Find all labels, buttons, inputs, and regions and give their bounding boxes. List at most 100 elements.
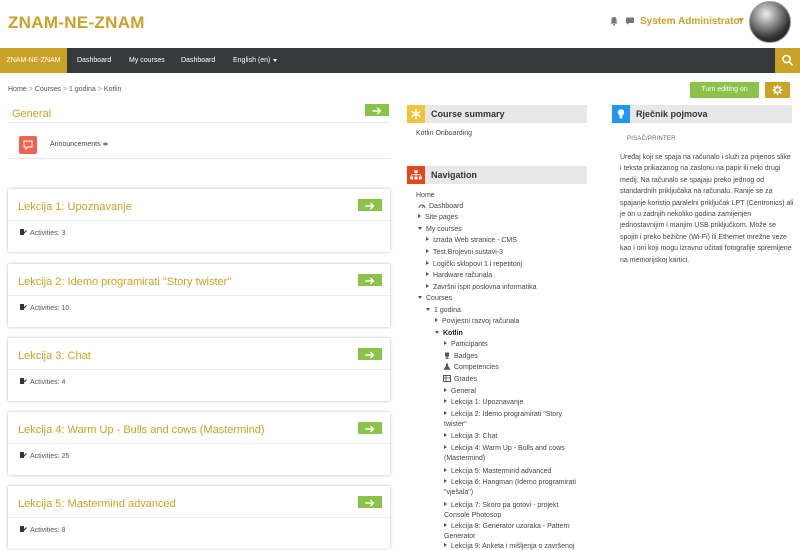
caret-right-icon [426, 237, 429, 241]
breadcrumb-courses[interactable]: Courses [35, 86, 61, 93]
nav-label: Lekcija 7: Skoro pa gotovi - projekt Con… [444, 502, 559, 519]
message-icon[interactable] [625, 16, 635, 26]
go-to-section-button[interactable] [358, 422, 382, 434]
search-button[interactable] [775, 48, 800, 73]
page-header: ZNAM-NE-ZNAM System Administrator [0, 0, 800, 48]
caret-right-icon [426, 249, 429, 253]
section-title[interactable]: Lekcija 2: Idemo programirati "Story twi… [18, 276, 231, 288]
go-to-section-button[interactable] [358, 199, 382, 211]
divider [8, 158, 390, 159]
bell-icon[interactable] [609, 16, 619, 26]
turn-editing-on-button[interactable]: Turn editing on [690, 82, 759, 98]
caret-right-icon [444, 543, 447, 547]
caret-down-icon [435, 331, 439, 334]
sitemap-icon [407, 166, 425, 184]
block-title: Rječnik pojmova [636, 109, 708, 119]
nav-item-category[interactable]: 1 godina [426, 306, 461, 316]
nav-my-courses[interactable]: My courses [129, 48, 165, 73]
nav-item-course[interactable]: Logički sklopovi 1 i repetitorij [426, 260, 522, 270]
nav-item-competencies[interactable]: Competencies [443, 363, 499, 373]
nav-item-course[interactable]: Izrada Web stranice - CMS [426, 236, 517, 246]
section-title[interactable]: Lekcija 5: Mastermind advanced [18, 498, 176, 510]
nav-item-my-courses[interactable]: My courses [418, 225, 462, 235]
block-header: Course summary [407, 105, 587, 123]
nav-item-course[interactable]: Završni ispit poslovna informatika [426, 283, 537, 293]
activity-count-text: Activities: 4 [30, 379, 66, 386]
nav-item-current-course[interactable]: Kotlin [435, 329, 463, 339]
nav-label: 1 godina [434, 307, 461, 314]
nav-label: Lekcija 6: Hangman (Idemo programirati "… [444, 479, 576, 496]
section-title[interactable]: Lekcija 4: Warm Up - Bulls and cows (Mas… [18, 424, 265, 436]
breadcrumb-course[interactable]: Kotlin [104, 86, 122, 93]
go-to-section-button[interactable] [358, 348, 382, 360]
site-name[interactable]: ZNAM-NE-ZNAM [8, 13, 145, 33]
user-menu[interactable]: System Administrator [640, 16, 744, 27]
activity-count: Activities: 10 [19, 303, 69, 312]
settings-button[interactable] [765, 82, 790, 98]
nav-item-home[interactable]: Home [416, 191, 435, 201]
flask-icon [443, 363, 451, 370]
nav-item-site-pages[interactable]: Site pages [418, 213, 458, 223]
activity-count-text: Activities: 25 [30, 453, 70, 460]
announcements-link[interactable]: Announcements [50, 141, 108, 148]
arrow-right-icon [365, 202, 375, 210]
caret-right-icon [444, 411, 447, 415]
section-lesson-1: Lekcija 1: Upoznavanje Activities: 3 [8, 189, 390, 252]
nav-dashboard-2[interactable]: Dashboard [181, 48, 215, 73]
nav-item-section[interactable]: Lekcija 8: Generator uzoraka - Pattern G… [444, 522, 584, 542]
caret-right-icon [426, 272, 429, 276]
chat-bubble-icon [23, 140, 33, 151]
breadcrumb-home[interactable]: Home [8, 86, 27, 93]
nav-item-section[interactable]: Lekcija 1: Upoznavanje [444, 398, 523, 408]
nav-label: Participants [451, 341, 488, 348]
nav-item-dashboard[interactable]: Dashboard [418, 202, 463, 212]
language-menu[interactable]: English (en) [233, 48, 278, 73]
nav-item-grades[interactable]: Grades [443, 375, 477, 385]
activity-count: Activities: 8 [19, 525, 65, 534]
caret-right-icon [418, 214, 421, 218]
nav-item-section[interactable]: Lekcija 6: Hangman (Idemo programirati "… [444, 478, 584, 498]
forum-icon[interactable] [19, 136, 37, 154]
nav-label: General [451, 388, 476, 395]
nav-item-participants[interactable]: Participants [444, 340, 488, 350]
nav-item-section[interactable]: Lekcija 4: Warm Up - Bulls and cows (Mas… [444, 444, 584, 464]
nav-item-section[interactable]: Lekcija 7: Skoro pa gotovi - projekt Con… [444, 501, 584, 521]
eye-icon [102, 142, 108, 146]
nav-item-section[interactable]: Lekcija 9: Anketa i mišljenja o završeno… [444, 542, 574, 550]
nav-label: Site pages [425, 214, 459, 221]
nav-item-section[interactable]: Lekcija 2: Idemo programirati "Story twi… [444, 410, 584, 430]
edit-icon [20, 229, 27, 235]
nav-label: Lekcija 5: Mastermind advanced [451, 468, 552, 475]
section-title[interactable]: Lekcija 3: Chat [18, 350, 91, 362]
nav-dashboard[interactable]: Dashboard [77, 48, 111, 73]
caret-right-icon [444, 479, 447, 483]
divider [8, 122, 390, 123]
breadcrumb-year[interactable]: 1 godina [69, 86, 96, 93]
navbar-brand[interactable]: ZNAM-NE-ZNAM [0, 48, 67, 73]
caret-right-icon [444, 399, 447, 403]
lightbulb-icon [612, 105, 630, 123]
caret-right-icon [426, 284, 429, 288]
chevron-down-icon[interactable] [738, 18, 744, 22]
nav-item-badges[interactable]: Badges [443, 352, 478, 362]
nav-item-section[interactable]: Lekcija 5: Mastermind advanced [444, 467, 551, 477]
nav-item-courses[interactable]: Courses [418, 294, 452, 304]
go-to-section-button[interactable] [358, 274, 382, 286]
go-to-section-button[interactable] [358, 496, 382, 508]
nav-item-course[interactable]: Test Brojevni sustavi-3 [426, 248, 503, 258]
caret-right-icon [435, 318, 438, 322]
nav-label: Lekcija 3: Chat [451, 433, 498, 440]
avatar[interactable] [749, 1, 791, 43]
section-title[interactable]: General [12, 108, 51, 120]
nav-item-course[interactable]: Hardware računala [426, 271, 492, 281]
chevron-down-icon [273, 58, 278, 62]
nav-item-section[interactable]: Lekcija 3: Chat [444, 432, 497, 442]
section-title[interactable]: Lekcija 1: Upoznavanje [18, 201, 132, 213]
go-to-section-button[interactable] [365, 104, 389, 116]
breadcrumb-separator: > [62, 86, 67, 93]
nav-label: Logički sklopovi 1 i repetitorij [433, 261, 523, 268]
nav-item-course[interactable]: Povijesni razvoj računala [435, 317, 519, 327]
block-title: Course summary [431, 109, 505, 119]
activity-count: Activities: 3 [19, 228, 65, 237]
nav-item-section[interactable]: General [444, 387, 476, 397]
